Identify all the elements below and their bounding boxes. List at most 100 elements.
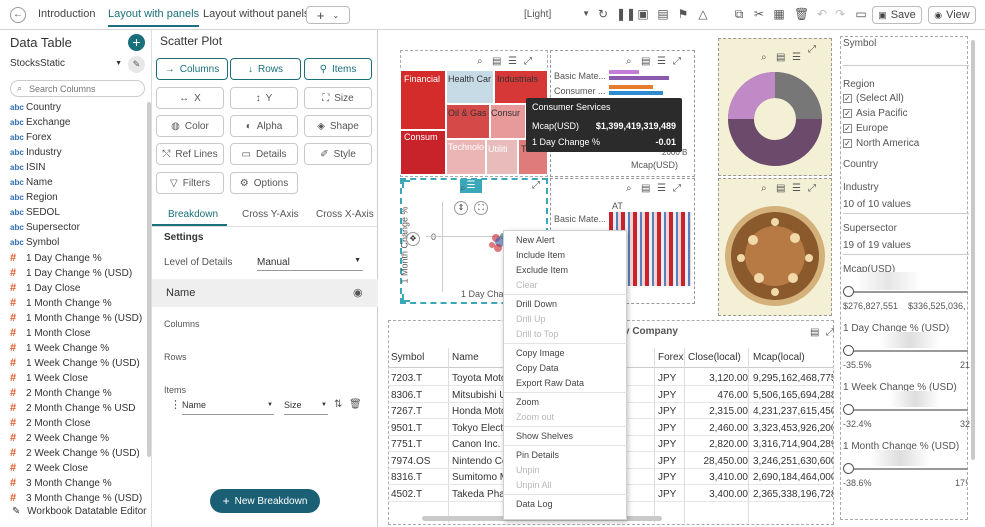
save-button[interactable]: ▣ Save: [872, 6, 922, 24]
search-icon[interactable]: ⌕: [626, 56, 632, 67]
image-icon[interactable]: ▤: [656, 7, 670, 21]
week-change-slider-handle[interactable]: [843, 404, 854, 415]
corner-handle-bl[interactable]: [402, 294, 410, 302]
search-columns-field[interactable]: ⌕: [10, 80, 145, 97]
datatable-editor-link[interactable]: ✎ Workbook Datatable Editor: [12, 506, 147, 517]
style-button[interactable]: ✐ Style: [304, 143, 372, 165]
filters-button[interactable]: ▽ Filters: [156, 172, 224, 194]
bar[interactable]: [609, 76, 669, 80]
copy-icon[interactable]: ⧉: [732, 7, 746, 21]
field-item[interactable]: #1 Month Close: [10, 327, 90, 339]
export-icon[interactable]: ▤: [641, 183, 650, 194]
expand-icon[interactable]: ⤢: [673, 183, 681, 194]
expand-icon[interactable]: ⤢: [826, 327, 834, 338]
day-change-slider-handle[interactable]: [843, 345, 854, 356]
zoom-control[interactable]: ⇕: [454, 201, 468, 215]
donut-slice-europe[interactable]: [728, 72, 776, 120]
sort-icon[interactable]: ⇅: [334, 399, 342, 410]
column-header-close[interactable]: Close(local): [688, 352, 741, 363]
menu-icon[interactable]: ☰: [792, 183, 801, 194]
bar[interactable]: [609, 70, 639, 74]
menu-item[interactable]: Zoom: [516, 397, 539, 407]
edit-datatable-button[interactable]: ✎: [128, 56, 145, 73]
menu-item[interactable]: Show Shelves: [516, 431, 573, 441]
field-item[interactable]: abc Supersector: [10, 222, 80, 233]
field-item[interactable]: #1 Day Close: [10, 282, 80, 294]
drag-handle-icon[interactable]: ⋮: [170, 398, 181, 411]
bubble[interactable]: [748, 235, 758, 245]
tab-cross-y-axis[interactable]: Cross Y-Axis: [242, 209, 299, 220]
field-item[interactable]: abc Name: [10, 177, 53, 188]
size-button[interactable]: ⛶ Size: [304, 87, 372, 109]
checkbox-icon[interactable]: ✓: [843, 123, 852, 133]
menu-item[interactable]: Drill Up: [516, 314, 546, 324]
export-icon[interactable]: ▤: [776, 183, 785, 194]
export-icon[interactable]: ▤: [641, 56, 650, 67]
menu-item[interactable]: Zoom out: [516, 412, 554, 422]
expand-icon[interactable]: ⤢: [532, 180, 540, 191]
month-change-slider-handle[interactable]: [843, 463, 854, 474]
donut-slice-asia[interactable]: [774, 72, 822, 120]
menu-item[interactable]: New Alert: [516, 235, 555, 245]
column-header-mcap[interactable]: Mcap(local): [753, 352, 805, 363]
bubble[interactable]: [737, 254, 745, 262]
export-icon[interactable]: ▤: [776, 52, 785, 63]
theme-select[interactable]: [Light] ▼: [524, 9, 590, 20]
alpha-button[interactable]: ◐ Alpha: [230, 115, 298, 137]
checkbox-icon[interactable]: ✓: [843, 138, 852, 148]
checkbox-icon[interactable]: ✓: [843, 108, 852, 118]
datatable-select[interactable]: StocksStatic ▼: [10, 58, 122, 69]
snapshot-icon[interactable]: ▣: [636, 7, 650, 21]
region-checkbox-item[interactable]: ✓ (Select All): [843, 93, 904, 104]
field-item[interactable]: #2 Month Close: [10, 417, 90, 429]
menu-item[interactable]: Clear: [516, 280, 538, 290]
comment-icon[interactable]: ▭: [854, 7, 868, 21]
y-button[interactable]: ↕ Y: [230, 87, 298, 109]
scatter-point[interactable]: [489, 242, 495, 248]
menu-item[interactable]: Data Log: [516, 499, 553, 509]
search-icon[interactable]: ⌕: [460, 183, 466, 194]
field-item[interactable]: abc ISIN: [10, 162, 45, 173]
tab-layout-with-panels[interactable]: Layout with panels: [108, 8, 200, 27]
bubble[interactable]: [788, 273, 798, 283]
column-header-name[interactable]: Name: [452, 352, 479, 363]
x-button[interactable]: ↔ X: [156, 87, 224, 109]
options-button[interactable]: ⚙ Options: [230, 172, 298, 194]
menu-item[interactable]: Drill to Top: [516, 329, 558, 339]
menu-icon[interactable]: ☰: [508, 56, 517, 67]
color-button[interactable]: ◍ Color: [156, 115, 224, 137]
menu-item[interactable]: Copy Data: [516, 363, 559, 373]
paste-icon[interactable]: ▦: [772, 7, 786, 21]
search-icon[interactable]: ⌕: [477, 56, 483, 67]
details-button[interactable]: ▭ Details: [230, 143, 298, 165]
field-item[interactable]: #1 Week Change % (USD): [10, 357, 140, 369]
field-item[interactable]: #1 Month Change %: [10, 297, 112, 309]
tab-cross-x-axis[interactable]: Cross X-Axis: [316, 209, 374, 220]
region-checkbox-item[interactable]: ✓ Europe: [843, 123, 888, 134]
bookmark-icon[interactable]: ⚑: [676, 7, 690, 21]
field-item[interactable]: #3 Month Change %: [10, 477, 112, 489]
menu-item[interactable]: Pin Details: [516, 450, 559, 460]
delete-icon[interactable]: 🗑: [794, 7, 809, 21]
add-tab-button[interactable]: + ⌄: [306, 6, 350, 24]
field-item[interactable]: #1 Day Change %: [10, 252, 102, 264]
checkbox-icon[interactable]: ✓: [843, 93, 852, 103]
expand-icon[interactable]: ⤢: [673, 56, 681, 67]
new-breakdown-button[interactable]: + New Breakdown: [210, 489, 320, 513]
search-input[interactable]: [29, 82, 139, 95]
bar[interactable]: [609, 85, 653, 89]
region-checkbox-item[interactable]: ✓ Asia Pacific: [843, 108, 908, 119]
add-datatable-button[interactable]: +: [128, 34, 145, 51]
bubble[interactable]: [771, 218, 779, 226]
search-icon[interactable]: ⌕: [626, 183, 632, 194]
search-icon[interactable]: ⌕: [761, 183, 767, 194]
supersector-filter-value[interactable]: 19 of 19 values: [843, 240, 969, 255]
scrollbar[interactable]: [147, 102, 151, 457]
expand-icon[interactable]: ⤢: [808, 44, 816, 55]
menu-item[interactable]: Drill Down: [516, 299, 557, 309]
bubble[interactable]: [790, 233, 800, 243]
back-icon[interactable]: ←: [10, 7, 26, 23]
column-header-forex[interactable]: Forex: [658, 352, 684, 363]
industry-filter-value[interactable]: 10 of 10 values: [843, 199, 969, 214]
bubble[interactable]: [805, 254, 813, 262]
